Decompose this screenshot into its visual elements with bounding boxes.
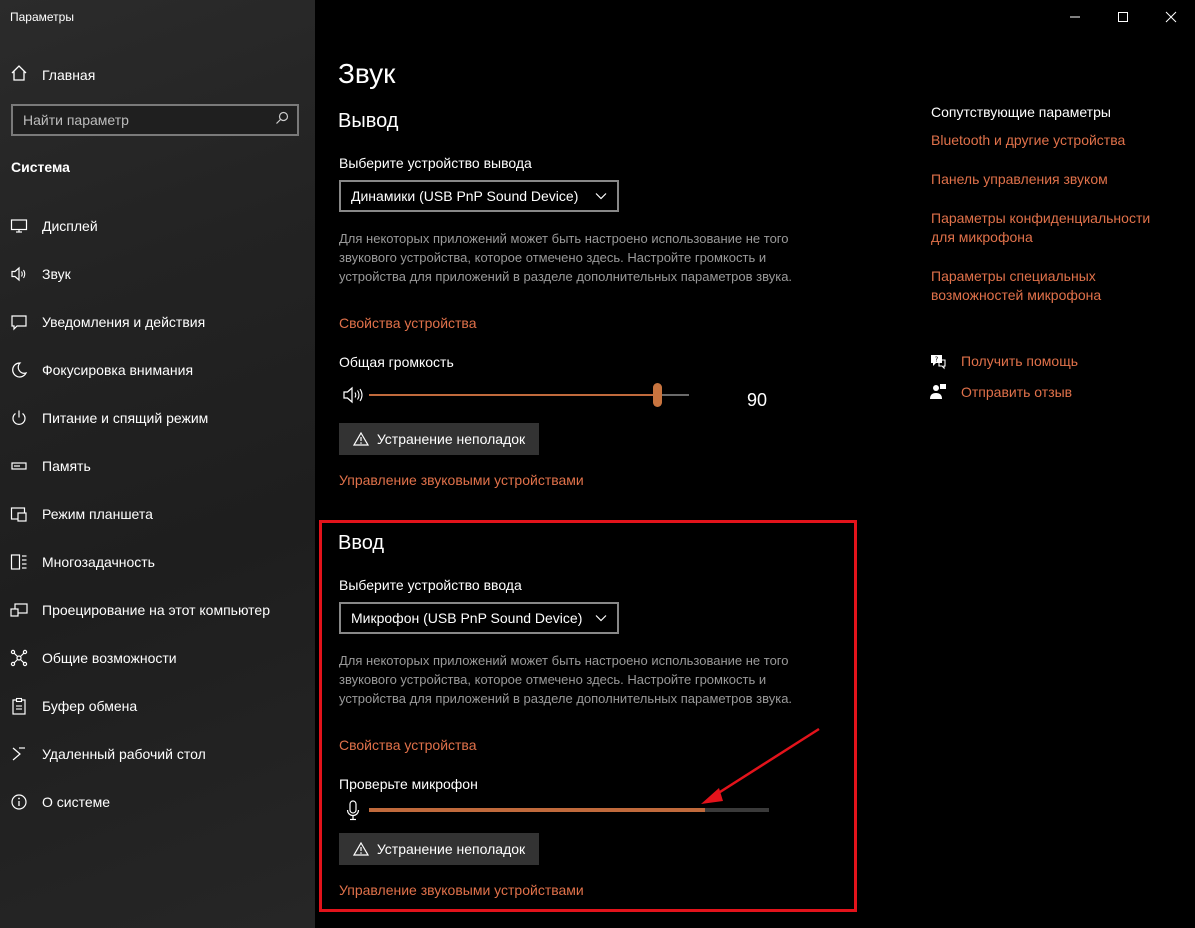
help-chat-icon: ? bbox=[931, 355, 946, 370]
input-heading: Ввод bbox=[338, 532, 385, 554]
output-troubleshoot-button[interactable]: Устранение неполадок bbox=[339, 423, 539, 455]
output-device-properties-link[interactable]: Свойства устройства bbox=[339, 315, 477, 331]
search-icon[interactable] bbox=[275, 111, 289, 130]
speaker-icon bbox=[10, 265, 28, 283]
output-heading: Вывод bbox=[338, 110, 399, 132]
svg-text:?: ? bbox=[935, 356, 939, 364]
volume-slider-fill bbox=[369, 394, 657, 396]
sidebar-item-power[interactable]: Питание и спящий режим bbox=[0, 394, 315, 442]
warning-icon bbox=[352, 432, 369, 446]
sidebar-item-clipboard[interactable]: Буфер обмена bbox=[0, 682, 315, 730]
app-title: Параметры bbox=[10, 10, 74, 24]
sidebar-item-label: Главная bbox=[42, 67, 96, 83]
sidebar-item-label: Фокусировка внимания bbox=[42, 362, 194, 378]
sidebar-item-label: Уведомления и действия bbox=[42, 314, 206, 330]
chevron-down-icon bbox=[595, 615, 607, 622]
get-help-link[interactable]: ? Получить помощь bbox=[929, 352, 1078, 370]
notification-icon bbox=[10, 313, 28, 331]
sidebar-item-label: Общие возможности bbox=[42, 650, 177, 666]
shared-icon bbox=[10, 649, 28, 667]
input-device-properties-link[interactable]: Свойства устройства bbox=[339, 737, 477, 753]
volume-slider[interactable] bbox=[369, 383, 689, 407]
input-description: Для некоторых приложений может быть наст… bbox=[339, 653, 793, 706]
sidebar-item-label: Буфер обмена bbox=[42, 698, 138, 714]
sidebar-item-label: О системе bbox=[42, 794, 111, 810]
display-icon bbox=[10, 217, 28, 235]
related-settings-title: Сопутствующие параметры bbox=[931, 104, 1111, 120]
main-content: Звук Вывод Выберите устройство вывода Ди… bbox=[315, 0, 1195, 928]
sidebar-item-label: Проецирование на этот компьютер bbox=[42, 602, 270, 618]
send-feedback-link[interactable]: Отправить отзыв bbox=[929, 383, 1072, 401]
remote-icon bbox=[10, 745, 28, 763]
moon-icon bbox=[10, 361, 28, 379]
volume-label: Общая громкость bbox=[339, 354, 454, 370]
output-device-dropdown[interactable]: Динамики (USB PnP Sound Device) bbox=[339, 180, 619, 212]
search-input[interactable] bbox=[23, 112, 275, 128]
mic-test-label: Проверьте микрофон bbox=[339, 776, 478, 792]
sidebar-item-notifications[interactable]: Уведомления и действия bbox=[0, 298, 315, 346]
sidebar-item-remote-desktop[interactable]: Удаленный рабочий стол bbox=[0, 730, 315, 778]
volume-value: 90 bbox=[747, 390, 768, 410]
input-troubleshoot-label: Устранение неполадок bbox=[376, 841, 526, 857]
sidebar-item-label: Многозадачность bbox=[42, 554, 155, 570]
output-description: Для некоторых приложений может быть наст… bbox=[339, 231, 793, 284]
output-device-value: Динамики (USB PnP Sound Device) bbox=[351, 188, 579, 204]
chevron-down-icon bbox=[595, 193, 607, 200]
feedback-icon bbox=[930, 384, 946, 399]
input-device-label: Выберите устройство ввода bbox=[339, 577, 522, 593]
section-title: Система bbox=[11, 159, 70, 175]
annotation-arrow bbox=[701, 727, 820, 804]
sidebar-item-display[interactable]: Дисплей bbox=[0, 202, 315, 250]
sidebar-nav: Дисплей Звук Уведомления и действия Фоку… bbox=[0, 202, 315, 826]
output-troubleshoot-label: Устранение неполадок bbox=[376, 431, 526, 447]
warning-icon bbox=[352, 842, 369, 856]
sidebar: Параметры Главная Система Дисплей Звук У… bbox=[0, 0, 315, 928]
page-title: Звук bbox=[338, 58, 396, 89]
home-icon bbox=[10, 64, 28, 87]
search-box[interactable] bbox=[11, 104, 299, 136]
get-help-label: Получить помощь bbox=[961, 353, 1079, 369]
sidebar-item-focus[interactable]: Фокусировка внимания bbox=[0, 346, 315, 394]
power-icon bbox=[10, 409, 28, 427]
project-icon bbox=[10, 601, 28, 619]
sidebar-item-multitasking[interactable]: Многозадачность bbox=[0, 538, 315, 586]
sidebar-item-sound[interactable]: Звук bbox=[0, 250, 315, 298]
speaker-icon[interactable] bbox=[343, 386, 365, 409]
volume-slider-thumb[interactable] bbox=[653, 383, 662, 407]
microphone-icon bbox=[346, 800, 360, 827]
input-device-value: Микрофон (USB PnP Sound Device) bbox=[351, 610, 583, 626]
related-link-mic-privacy[interactable]: Параметры конфиденциальности для микрофо… bbox=[931, 209, 1171, 247]
info-icon bbox=[10, 793, 28, 811]
related-link-bluetooth[interactable]: Bluetooth и другие устройства bbox=[931, 131, 1171, 150]
multitask-icon bbox=[10, 553, 28, 571]
sidebar-item-label: Питание и спящий режим bbox=[42, 410, 209, 426]
tablet-icon bbox=[10, 505, 28, 523]
sidebar-item-home[interactable]: Главная bbox=[10, 64, 95, 86]
input-manage-devices-link[interactable]: Управление звуковыми устройствами bbox=[339, 882, 584, 898]
related-link-mic-accessibility[interactable]: Параметры специальных возможностей микро… bbox=[931, 267, 1171, 305]
sidebar-item-label: Память bbox=[42, 458, 91, 474]
related-link-sound-control-panel[interactable]: Панель управления звуком bbox=[931, 170, 1171, 189]
send-feedback-label: Отправить отзыв bbox=[961, 384, 1073, 400]
sidebar-item-shared-experiences[interactable]: Общие возможности bbox=[0, 634, 315, 682]
sidebar-item-label: Удаленный рабочий стол bbox=[42, 746, 206, 762]
mic-level-fill bbox=[369, 808, 705, 812]
input-device-dropdown[interactable]: Микрофон (USB PnP Sound Device) bbox=[339, 602, 619, 634]
sidebar-item-label: Дисплей bbox=[42, 218, 98, 234]
sidebar-item-projecting[interactable]: Проецирование на этот компьютер bbox=[0, 586, 315, 634]
input-troubleshoot-button[interactable]: Устранение неполадок bbox=[339, 833, 539, 865]
sidebar-item-label: Звук bbox=[42, 266, 71, 282]
output-manage-devices-link[interactable]: Управление звуковыми устройствами bbox=[339, 472, 584, 488]
clipboard-icon bbox=[10, 697, 28, 715]
output-device-label: Выберите устройство вывода bbox=[339, 155, 532, 171]
storage-icon bbox=[10, 457, 28, 475]
sidebar-item-label: Режим планшета bbox=[42, 506, 153, 522]
sidebar-item-tablet[interactable]: Режим планшета bbox=[0, 490, 315, 538]
sidebar-item-storage[interactable]: Память bbox=[0, 442, 315, 490]
sidebar-item-about[interactable]: О системе bbox=[0, 778, 315, 826]
